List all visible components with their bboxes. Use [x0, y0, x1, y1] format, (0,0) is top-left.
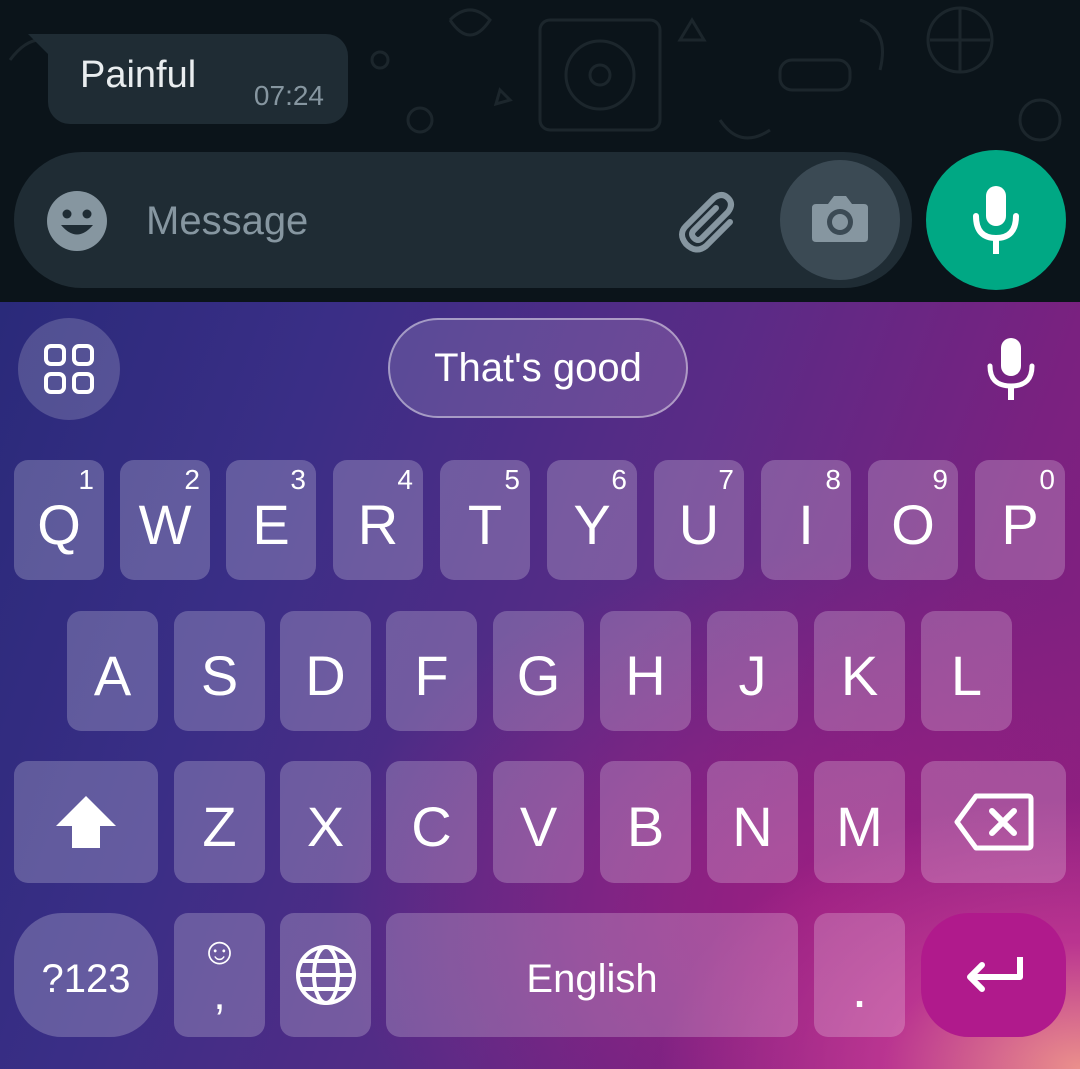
key-hint: 4: [397, 464, 413, 495]
symbols-key[interactable]: ?123: [14, 913, 158, 1037]
soft-keyboard: That's good Q1 W2 E3 R4 T5 Y6 U7 I8 O9 P…: [0, 302, 1080, 1069]
key-x[interactable]: X: [280, 761, 371, 883]
key-label: O: [891, 492, 935, 556]
space-key[interactable]: English: [386, 913, 798, 1037]
key-hint: 5: [504, 464, 520, 495]
camera-button[interactable]: [780, 160, 900, 280]
period-key[interactable]: .: [814, 913, 905, 1037]
key-f[interactable]: F: [386, 611, 477, 731]
key-label: A: [93, 643, 132, 707]
message-composer: [14, 152, 912, 288]
key-label: N: [732, 794, 773, 858]
key-t[interactable]: T5: [440, 460, 530, 580]
smiley-face-icon[interactable]: [46, 190, 108, 252]
key-u[interactable]: U7: [654, 460, 744, 580]
key-label: M: [836, 794, 883, 858]
backspace-icon: [954, 793, 1033, 851]
key-j[interactable]: J: [707, 611, 798, 731]
key-label: S: [200, 643, 239, 707]
key-c[interactable]: C: [386, 761, 477, 883]
key-s[interactable]: S: [174, 611, 265, 731]
key-label: ?123: [41, 956, 131, 1001]
key-label: L: [950, 643, 983, 707]
camera-icon: [812, 196, 868, 242]
key-label: Q: [37, 492, 81, 556]
key-hint: 3: [290, 464, 306, 495]
key-hint: 9: [932, 464, 948, 495]
voice-message-button[interactable]: [926, 150, 1066, 290]
key-label: P: [1001, 492, 1039, 556]
key-r[interactable]: R4: [333, 460, 423, 580]
key-label: R: [357, 492, 399, 556]
key-g[interactable]: G: [493, 611, 584, 731]
key-q[interactable]: Q1: [14, 460, 104, 580]
key-z[interactable]: Z: [174, 761, 265, 883]
key-label: B: [626, 794, 665, 858]
enter-arrow-icon: [966, 957, 1023, 992]
key-label: J: [738, 643, 767, 707]
key-i[interactable]: I8: [761, 460, 851, 580]
key-label: English: [526, 956, 658, 1001]
chat-area: Painful 07:24: [0, 0, 1080, 302]
key-v[interactable]: V: [493, 761, 584, 883]
key-label: H: [625, 643, 666, 707]
key-h[interactable]: H: [600, 611, 691, 731]
key-label: V: [519, 794, 558, 858]
key-w[interactable]: W2: [120, 460, 210, 580]
key-a[interactable]: A: [67, 611, 158, 731]
key-hint: 7: [718, 464, 734, 495]
message-bubble[interactable]: Painful 07:24: [48, 34, 348, 124]
key-label: G: [516, 643, 561, 707]
message-input[interactable]: [144, 192, 628, 250]
key-y[interactable]: Y6: [547, 460, 637, 580]
key-label: T: [467, 492, 503, 556]
key-hint: 8: [825, 464, 841, 495]
key-k[interactable]: K: [814, 611, 905, 731]
key-label: Z: [202, 794, 237, 858]
shift-key[interactable]: [14, 761, 158, 883]
key-label: I: [798, 492, 814, 556]
message-text: Painful: [80, 54, 197, 96]
key-label: E: [252, 492, 290, 556]
backspace-key[interactable]: [921, 761, 1066, 883]
shift-arrow-icon: [56, 796, 116, 848]
key-l[interactable]: L: [921, 611, 1012, 731]
grid-icon: [44, 344, 94, 394]
message-timestamp: 07:24: [253, 80, 324, 111]
key-label: C: [411, 794, 452, 858]
enter-key[interactable]: [921, 913, 1066, 1037]
globe-icon: [295, 945, 356, 1005]
key-d[interactable]: D: [280, 611, 371, 731]
key-label: Y: [573, 492, 611, 556]
key-label: D: [305, 643, 346, 707]
key-label: X: [306, 794, 345, 858]
key-label: K: [840, 643, 879, 707]
key-m[interactable]: M: [814, 761, 905, 883]
key-hint: 6: [611, 464, 627, 495]
microphone-icon: [973, 186, 1019, 254]
language-key[interactable]: [280, 913, 371, 1037]
keyboard-apps-button[interactable]: [18, 318, 120, 420]
key-b[interactable]: B: [600, 761, 691, 883]
key-label: U: [678, 492, 720, 556]
key-o[interactable]: O9: [868, 460, 958, 580]
comma-key-stack: ☺ ,: [200, 933, 239, 1017]
key-hint: 0: [1039, 464, 1055, 495]
key-label: .: [851, 955, 868, 1019]
key-n[interactable]: N: [707, 761, 798, 883]
key-hint: 2: [184, 464, 200, 495]
emoji-shortcut-icon: ☺: [200, 931, 239, 973]
microphone-icon[interactable]: [984, 336, 1038, 402]
key-label: ,: [213, 970, 226, 1019]
key-label: W: [138, 492, 192, 556]
key-hint: 1: [78, 464, 94, 495]
paperclip-icon[interactable]: [670, 186, 746, 256]
comma-key[interactable]: ☺ ,: [174, 913, 265, 1037]
key-e[interactable]: E3: [226, 460, 316, 580]
key-label: F: [414, 643, 449, 707]
suggestion-chip[interactable]: That's good: [388, 318, 688, 418]
key-p[interactable]: P0: [975, 460, 1065, 580]
